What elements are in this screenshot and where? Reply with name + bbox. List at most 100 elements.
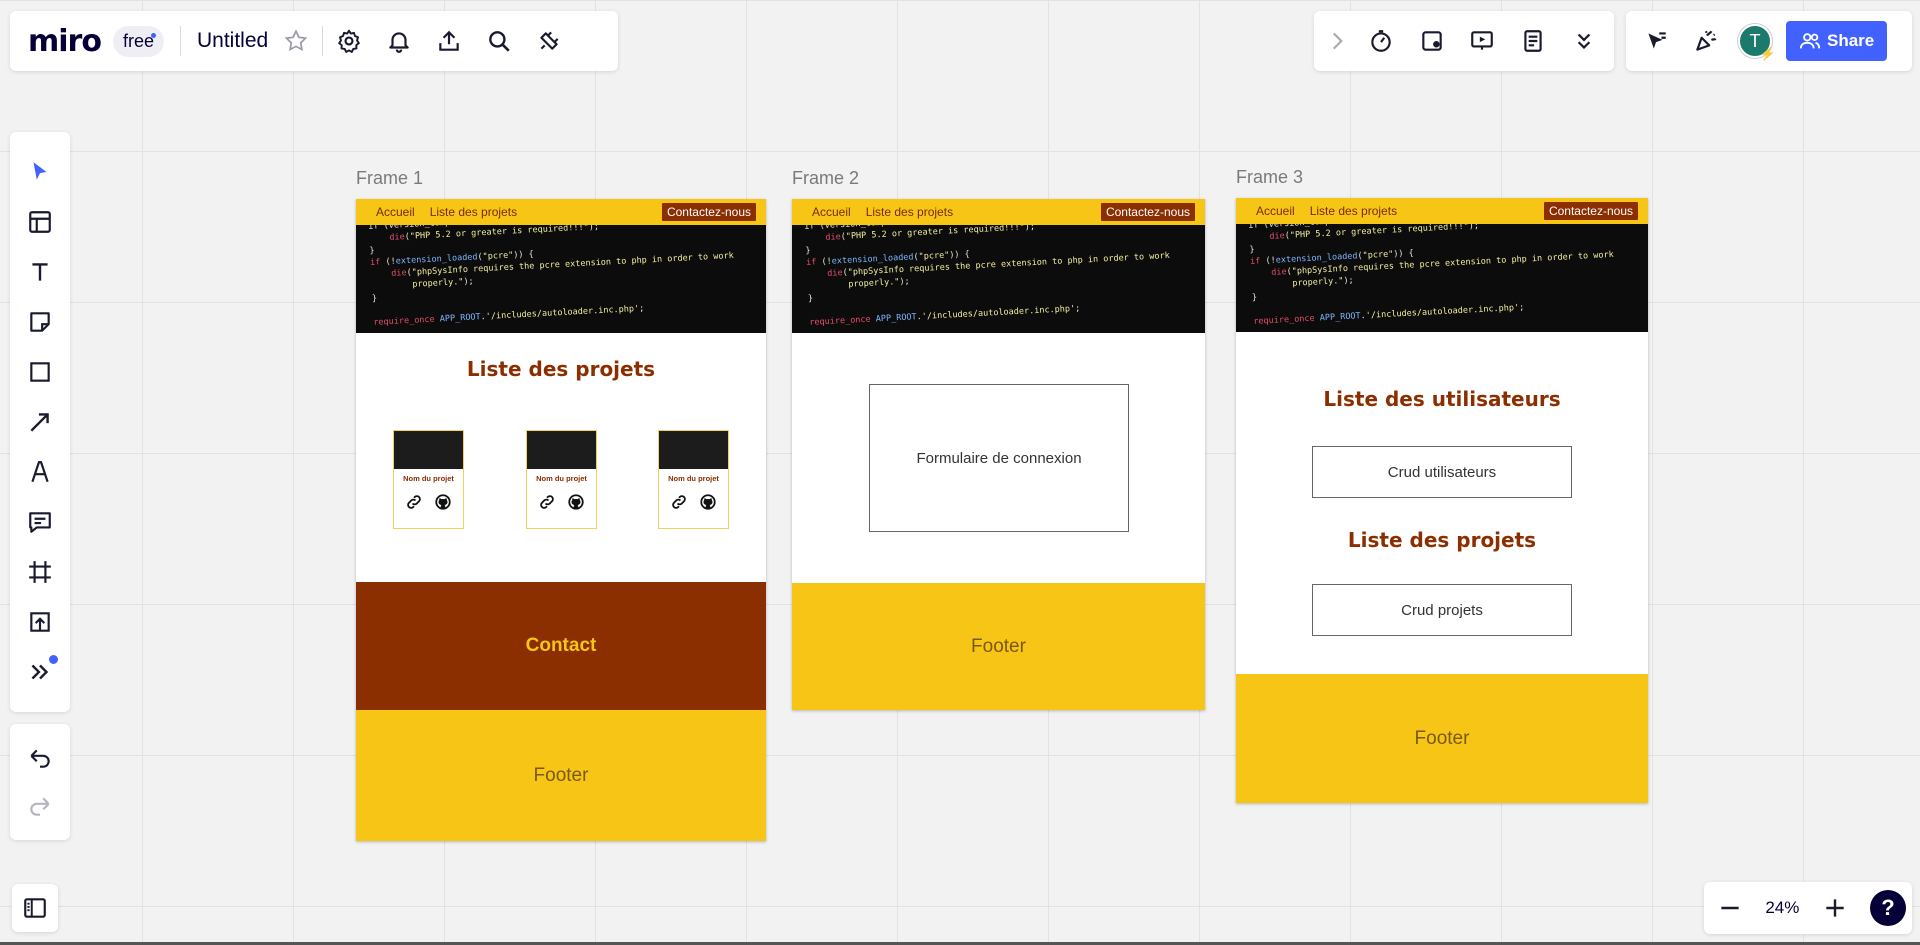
plan-dot bbox=[150, 32, 156, 38]
miro-logo[interactable]: miro bbox=[28, 24, 102, 59]
plan-badge[interactable]: free bbox=[112, 25, 164, 57]
project-name: Nom du projet bbox=[668, 474, 719, 483]
footer-label: Footer bbox=[1414, 727, 1470, 749]
search-icon[interactable] bbox=[479, 21, 519, 61]
templates-icon[interactable] bbox=[20, 202, 60, 242]
crud-projects-placeholder: Crud projets bbox=[1312, 584, 1572, 636]
divider bbox=[179, 26, 181, 56]
crud-projects-label: Crud projets bbox=[1401, 601, 1483, 619]
zoom-out-icon[interactable] bbox=[1710, 888, 1750, 928]
plug-icon[interactable] bbox=[529, 21, 569, 61]
arrow-icon[interactable] bbox=[20, 402, 60, 442]
project-card: Nom du projet bbox=[526, 430, 597, 529]
nav-home: Accueil bbox=[812, 205, 851, 219]
frame-label[interactable]: Frame 3 bbox=[1236, 167, 1303, 188]
help-button[interactable]: ? bbox=[1869, 890, 1906, 926]
collaboration-toolbar: T ⚡ Share bbox=[1626, 11, 1912, 71]
board-panel-toggle[interactable] bbox=[12, 884, 58, 932]
site-nav: Accueil Liste des projets Contactez-nous bbox=[356, 199, 766, 225]
bolt-icon: ⚡ bbox=[1759, 46, 1776, 61]
project-card: Nom du projet bbox=[393, 430, 464, 529]
notes-icon[interactable] bbox=[1513, 21, 1553, 61]
code-banner-image: if (version_compare(PHP_VERSION, "5.2", … bbox=[356, 225, 766, 333]
board-header: miro free Untitled bbox=[10, 11, 618, 71]
timer-icon[interactable] bbox=[1361, 21, 1401, 61]
nav-home: Accueil bbox=[376, 205, 415, 219]
nav-contact-button: Contactez-nous bbox=[661, 203, 756, 221]
login-form-label: Formulaire de connexion bbox=[916, 449, 1082, 467]
redo-icon[interactable] bbox=[20, 786, 60, 826]
nav-projects: Liste des projets bbox=[865, 205, 954, 219]
project-thumbnail bbox=[394, 431, 463, 469]
link-icon bbox=[407, 495, 422, 509]
chevrons-down-icon[interactable] bbox=[1564, 21, 1604, 61]
footer-section: Footer bbox=[356, 710, 766, 841]
nav-contact-button: Contactez-nous bbox=[1100, 203, 1195, 221]
divider bbox=[322, 26, 324, 56]
code-banner-image: if (version_compare(PHP_VERSION, "5.2", … bbox=[1236, 224, 1648, 332]
upload-icon[interactable] bbox=[20, 602, 60, 642]
sidebar-icon bbox=[24, 898, 46, 918]
link-icon bbox=[540, 495, 555, 509]
crud-users-placeholder: Crud utilisateurs bbox=[1312, 446, 1572, 498]
code-banner-image: if (version_compare(PHP_VERSION, "5.2", … bbox=[792, 225, 1205, 333]
apps-toolbar bbox=[1314, 11, 1614, 71]
frame-icon[interactable] bbox=[20, 552, 60, 592]
notification-dot bbox=[49, 655, 58, 664]
undo-icon[interactable] bbox=[20, 738, 60, 778]
section-title: Liste des projets bbox=[466, 357, 656, 381]
board-title[interactable]: Untitled bbox=[197, 29, 268, 53]
zoom-level[interactable]: 24% bbox=[1765, 898, 1799, 918]
voting-icon[interactable] bbox=[1412, 21, 1452, 61]
avatar[interactable]: T ⚡ bbox=[1738, 24, 1776, 61]
contact-section: Contact bbox=[356, 582, 766, 710]
project-name: Nom du projet bbox=[403, 474, 454, 483]
project-thumbnail bbox=[527, 431, 596, 469]
select-icon[interactable] bbox=[20, 152, 60, 192]
chevron-right-icon[interactable] bbox=[1324, 21, 1350, 61]
frame-label[interactable]: Frame 2 bbox=[792, 168, 859, 189]
frame-3[interactable]: Accueil Liste des projets Contactez-nous… bbox=[1236, 198, 1648, 803]
site-nav: Accueil Liste des projets Contactez-nous bbox=[792, 199, 1205, 225]
footer-label: Footer bbox=[971, 635, 1026, 657]
github-icon bbox=[700, 494, 716, 510]
login-form-placeholder: Formulaire de connexion bbox=[869, 384, 1129, 532]
plan-label: free bbox=[122, 30, 154, 51]
sticky-note-icon[interactable] bbox=[20, 302, 60, 342]
users-icon bbox=[1799, 33, 1821, 49]
cursor-icon[interactable] bbox=[1636, 21, 1676, 61]
frame-2[interactable]: Accueil Liste des projets Contactez-nous… bbox=[792, 199, 1205, 710]
github-icon bbox=[435, 494, 451, 510]
star-icon[interactable] bbox=[276, 21, 316, 61]
crud-users-label: Crud utilisateurs bbox=[1387, 463, 1497, 481]
comment-icon[interactable] bbox=[20, 502, 60, 542]
nav-home: Accueil bbox=[1256, 204, 1295, 218]
github-icon bbox=[568, 494, 584, 510]
pen-icon[interactable] bbox=[20, 452, 60, 492]
frame-1[interactable]: Accueil Liste des projets Contactez-nous… bbox=[356, 199, 766, 841]
link-icon bbox=[672, 495, 687, 509]
reactions-icon[interactable] bbox=[1686, 21, 1726, 61]
text-icon[interactable] bbox=[20, 252, 60, 292]
bell-icon[interactable] bbox=[379, 21, 419, 61]
upload-icon[interactable] bbox=[429, 21, 469, 61]
more-tools-icon[interactable] bbox=[20, 652, 60, 692]
zoom-toolbar: 24% ? bbox=[1704, 882, 1912, 934]
footer-section: Footer bbox=[792, 583, 1205, 710]
nav-projects: Liste des projets bbox=[429, 205, 518, 219]
settings-icon[interactable] bbox=[329, 21, 369, 61]
users-title: Liste des utilisateurs bbox=[1323, 387, 1561, 411]
projects-title: Liste des projets bbox=[1347, 528, 1537, 552]
presentation-icon[interactable] bbox=[1462, 21, 1502, 61]
frame-label[interactable]: Frame 1 bbox=[356, 168, 423, 189]
nav-contact-button: Contactez-nous bbox=[1543, 202, 1638, 220]
contact-label: Contact bbox=[525, 635, 597, 656]
footer-label: Footer bbox=[533, 764, 589, 786]
zoom-in-icon[interactable] bbox=[1815, 888, 1855, 928]
share-button[interactable]: Share bbox=[1786, 21, 1888, 61]
history-toolbar bbox=[10, 724, 70, 840]
footer-section: Footer bbox=[1236, 674, 1648, 803]
shape-icon[interactable] bbox=[20, 352, 60, 392]
creation-toolbar bbox=[10, 132, 70, 712]
project-thumbnail bbox=[659, 431, 728, 469]
